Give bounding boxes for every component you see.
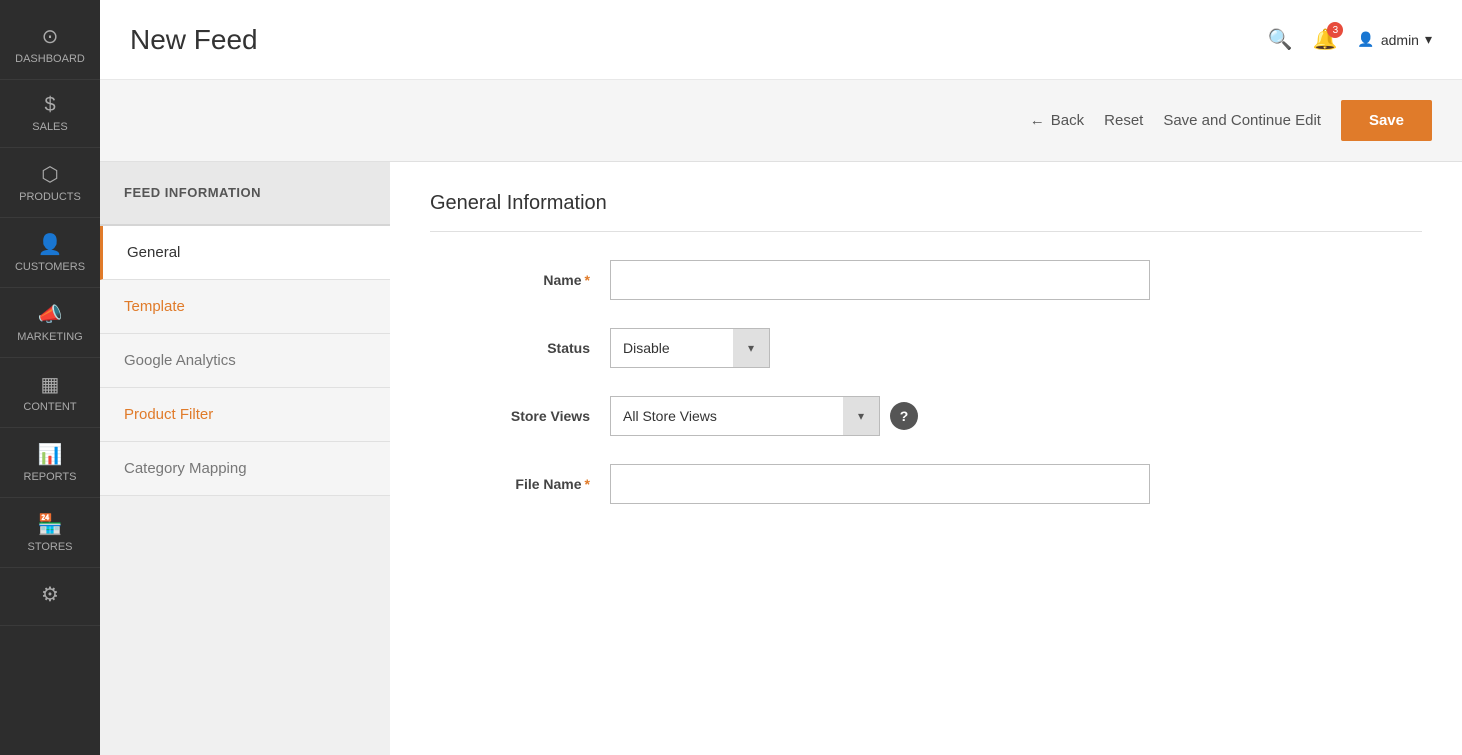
action-bar: ← Back Reset Save and Continue Edit Save [100, 80, 1462, 162]
feed-info-title: FEED INFORMATION [124, 185, 261, 200]
sidebar-item-customers[interactable]: 👤 CUSTOMERS [0, 218, 100, 288]
section-title: General Information [430, 192, 1422, 215]
page-title: New Feed [130, 24, 258, 56]
name-input[interactable] [610, 260, 1150, 300]
name-label: Name* [430, 272, 610, 288]
nav-item-template[interactable]: Template [100, 280, 390, 334]
nav-item-category-mapping-label: Category Mapping [124, 460, 247, 477]
feed-info-header: FEED INFORMATION [100, 162, 390, 226]
sidebar-item-dashboard[interactable]: ⊙ DASHBOARD [0, 10, 100, 80]
sidebar-item-system[interactable]: ⚙ [0, 568, 100, 626]
reset-button[interactable]: Reset [1104, 112, 1143, 129]
status-select-wrapper: Disable Enable ▾ [610, 328, 770, 368]
back-arrow-icon: ← [1030, 112, 1045, 129]
sidebar-item-content[interactable]: ▦ CONTENT [0, 358, 100, 428]
nav-item-google-analytics[interactable]: Google Analytics [100, 334, 390, 388]
status-select[interactable]: Disable Enable [611, 329, 769, 367]
sidebar-item-label: STORES [27, 541, 72, 553]
file-name-input[interactable] [610, 464, 1150, 504]
top-header: New Feed 🔍 🔔 3 👤 admin ▾ [100, 0, 1462, 80]
back-label: Back [1051, 112, 1084, 129]
sidebar-item-label: PRODUCTS [19, 191, 81, 203]
sidebar-item-label: SALES [32, 121, 67, 133]
reports-icon: 📊 [38, 442, 63, 467]
left-nav: FEED INFORMATION General Template Google… [100, 162, 390, 755]
store-views-select[interactable]: All Store Views Default Store View [611, 397, 879, 435]
chevron-down-icon: ▾ [1425, 31, 1432, 48]
search-button[interactable]: 🔍 [1268, 27, 1293, 52]
name-required-star: * [585, 272, 590, 288]
sidebar-item-label: DASHBOARD [15, 53, 85, 65]
store-views-label: Store Views [430, 408, 610, 424]
nav-item-product-filter-label: Product Filter [124, 406, 213, 423]
sidebar-item-stores[interactable]: 🏪 STORES [0, 498, 100, 568]
search-icon: 🔍 [1268, 29, 1293, 51]
nav-item-product-filter[interactable]: Product Filter [100, 388, 390, 442]
main-content: New Feed 🔍 🔔 3 👤 admin ▾ ← Back Reset [100, 0, 1462, 755]
reset-label: Reset [1104, 112, 1143, 129]
content-icon: ▦ [41, 372, 60, 397]
nav-item-template-label: Template [124, 298, 185, 315]
admin-menu-button[interactable]: 👤 admin ▾ [1357, 31, 1432, 48]
notification-badge: 3 [1327, 22, 1343, 38]
back-button[interactable]: ← Back [1030, 112, 1084, 129]
nav-item-category-mapping[interactable]: Category Mapping [100, 442, 390, 496]
marketing-icon: 📣 [38, 302, 63, 327]
products-icon: ⬡ [41, 162, 58, 187]
stores-icon: 🏪 [38, 512, 63, 537]
store-views-help-icon[interactable]: ? [890, 402, 918, 430]
nav-item-google-analytics-label: Google Analytics [124, 352, 236, 369]
section-divider [430, 231, 1422, 232]
save-continue-label: Save and Continue Edit [1163, 112, 1321, 129]
sidebar-item-label: REPORTS [24, 471, 77, 483]
file-name-required-star: * [585, 476, 590, 492]
sidebar-item-label: CONTENT [23, 401, 76, 413]
system-icon: ⚙ [41, 582, 59, 607]
sidebar: ⊙ DASHBOARD $ SALES ⬡ PRODUCTS 👤 CUSTOME… [0, 0, 100, 755]
nav-item-general[interactable]: General [100, 226, 390, 280]
nav-item-general-label: General [127, 244, 180, 261]
form-area: General Information Name* Status Disable… [390, 162, 1462, 755]
status-label: Status [430, 340, 610, 356]
store-views-select-wrapper: All Store Views Default Store View ▾ ? [610, 396, 918, 436]
sidebar-item-reports[interactable]: 📊 REPORTS [0, 428, 100, 498]
admin-label: admin [1381, 32, 1419, 48]
status-field-row: Status Disable Enable ▾ [430, 328, 1422, 368]
save-button[interactable]: Save [1341, 100, 1432, 141]
sidebar-item-products[interactable]: ⬡ PRODUCTS [0, 148, 100, 218]
name-field-row: Name* [430, 260, 1422, 300]
notification-button[interactable]: 🔔 3 [1312, 27, 1337, 52]
file-name-label: File Name* [430, 476, 610, 492]
sidebar-item-marketing[interactable]: 📣 MARKETING [0, 288, 100, 358]
customers-icon: 👤 [38, 232, 63, 257]
save-continue-button[interactable]: Save and Continue Edit [1163, 112, 1321, 129]
dashboard-icon: ⊙ [42, 24, 59, 49]
header-actions: 🔍 🔔 3 👤 admin ▾ [1268, 27, 1432, 52]
sidebar-item-sales[interactable]: $ SALES [0, 80, 100, 148]
store-select-inner: All Store Views Default Store View ▾ [610, 396, 880, 436]
sidebar-item-label: CUSTOMERS [15, 261, 85, 273]
sales-icon: $ [44, 94, 55, 117]
file-name-field-row: File Name* [430, 464, 1422, 504]
sidebar-item-label: MARKETING [17, 331, 82, 343]
store-views-field-row: Store Views All Store Views Default Stor… [430, 396, 1422, 436]
admin-avatar-icon: 👤 [1357, 31, 1374, 48]
content-area: FEED INFORMATION General Template Google… [100, 162, 1462, 755]
